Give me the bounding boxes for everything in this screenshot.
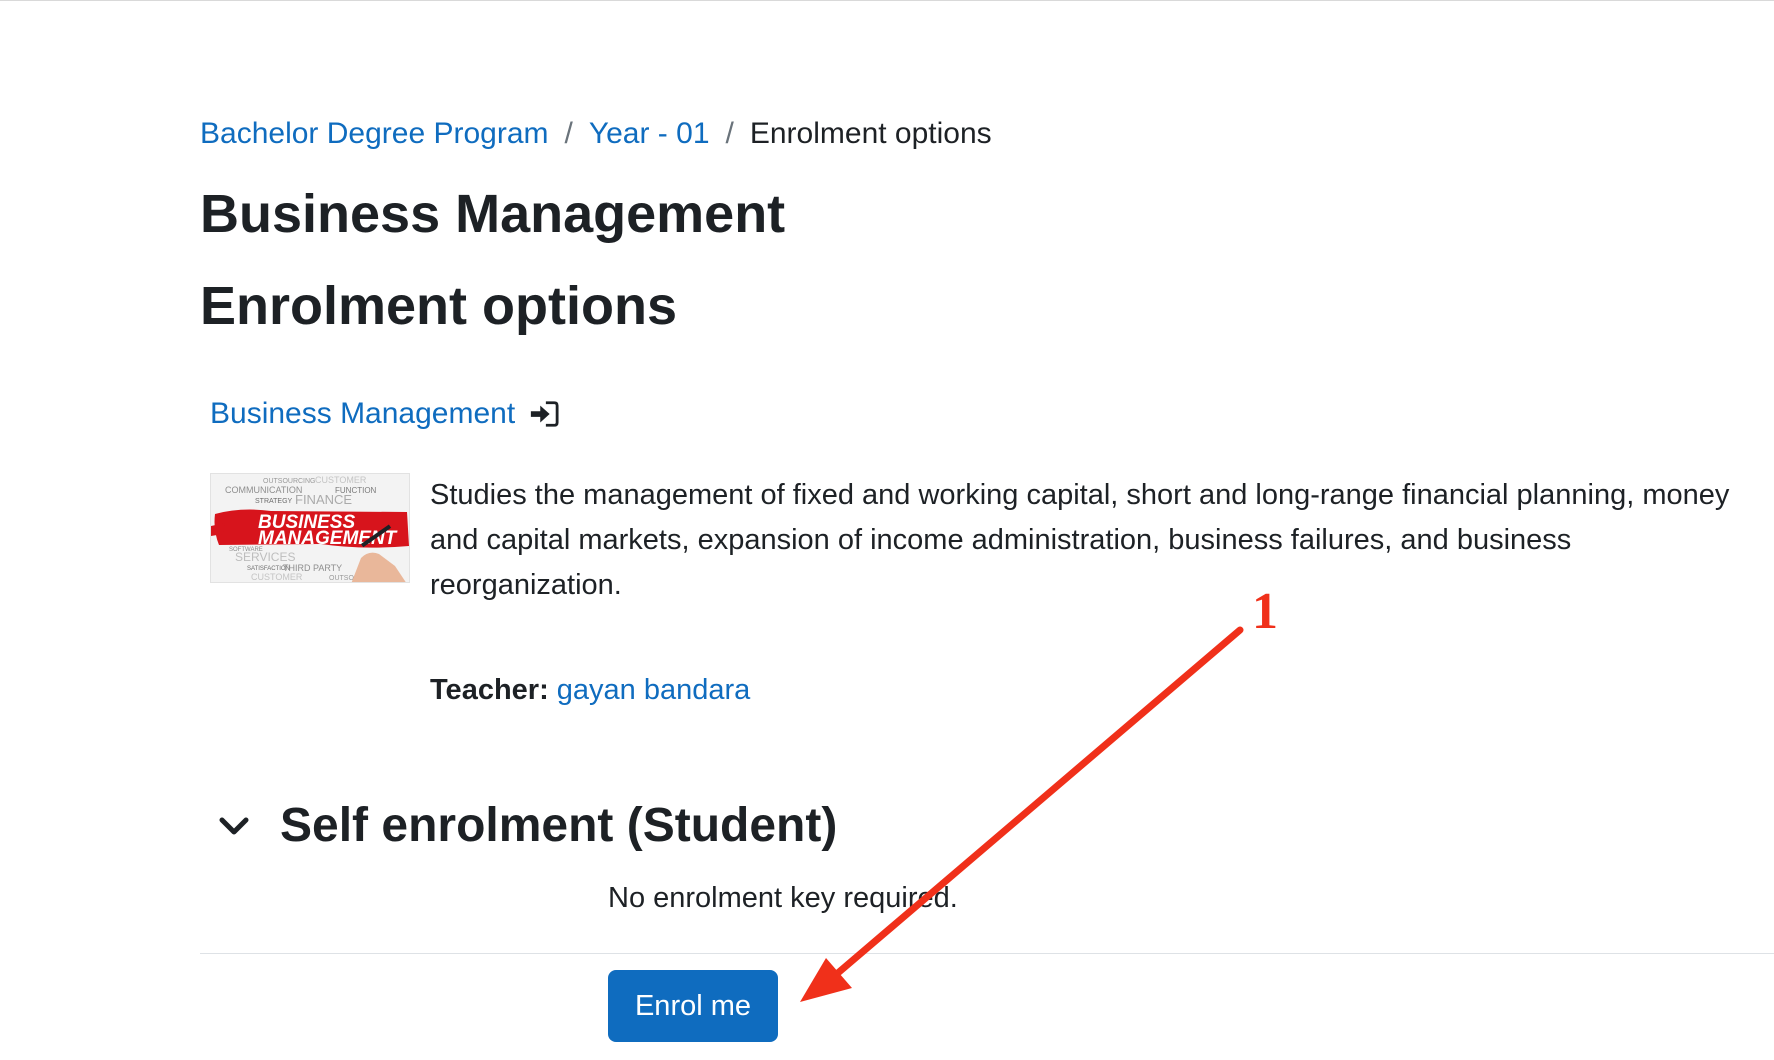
image-word: COMMUNICATION [225,485,302,495]
image-word: CUSTOMER [315,475,367,485]
course-image-graphic: OUTSOURCING CUSTOMER COMMUNICATION FUNCT… [211,474,409,582]
form-divider [200,953,1774,954]
enrolment-page: Bachelor Degree Program / Year - 01 / Enrolm… [0,0,1774,1060]
login-icon [531,401,559,427]
breadcrumb-item-year[interactable]: Year - 01 [589,117,710,150]
course-image: OUTSOURCING CUSTOMER COMMUNICATION FUNCT… [210,473,410,583]
self-enrolment-title[interactable]: Self enrolment (Student) [280,796,837,856]
image-word: CUSTOMER [251,572,303,582]
breadcrumb-current: Enrolment options [749,117,992,150]
teacher-link[interactable]: gayan bandara [557,674,751,706]
teacher-label: Teacher: [430,674,549,706]
image-word: OUTSOURCING [263,478,316,485]
image-word: STRATEGY [255,498,293,505]
breadcrumb: Bachelor Degree Program / Year - 01 / Enrolm… [200,116,992,152]
course-link[interactable]: Business Management [210,396,559,432]
course-title: Business Management [200,184,786,244]
teacher-contact: Teacher: gayan bandara [430,672,750,708]
course-summary: Studies the management of fixed and work… [430,479,1730,601]
breadcrumb-separator: / [725,117,734,150]
enrolment-key-note: No enrolment key required. [608,882,958,914]
image-headline: MANAGEMENT [258,528,398,549]
chevron-down-icon[interactable] [216,808,252,844]
top-divider [0,0,1774,1]
page-heading: Enrolment options [200,276,677,336]
image-word: SERVICES [235,550,295,564]
enrol-me-button[interactable]: Enrol me [608,970,778,1042]
image-word: FINANCE [295,492,352,507]
breadcrumb-item-program[interactable]: Bachelor Degree Program [200,117,549,150]
annotation-label: 1 [1252,583,1278,640]
breadcrumb-separator: / [564,117,573,150]
course-link-label: Business Management [210,397,516,430]
